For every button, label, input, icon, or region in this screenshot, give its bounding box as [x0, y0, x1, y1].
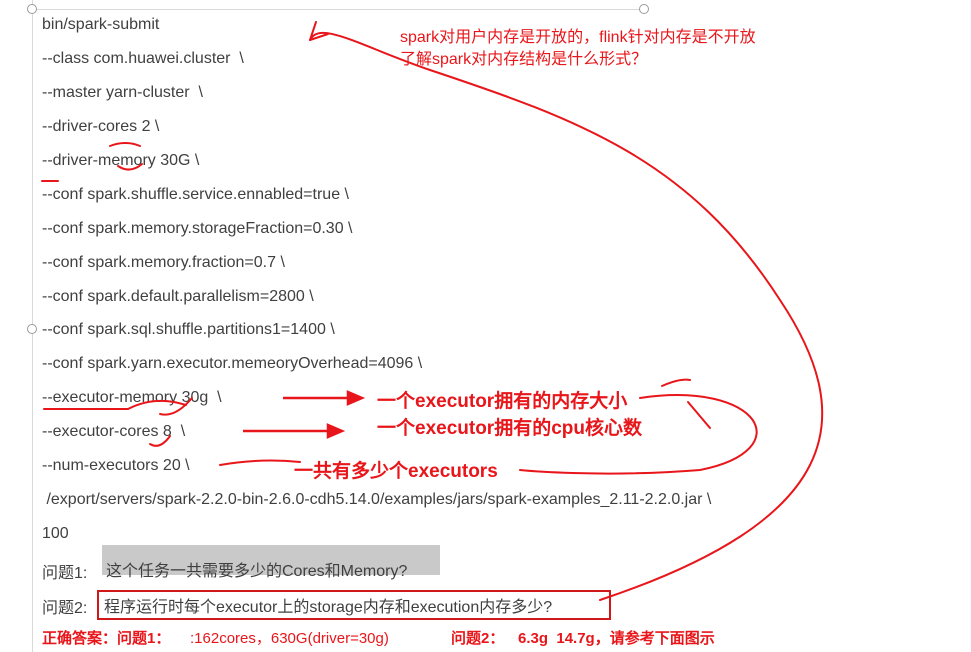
underline-driver-memory — [117, 163, 143, 171]
curve-executor-memory — [127, 399, 187, 410]
underline-driver-cores — [109, 142, 141, 147]
handwritten-annotations — [41, 21, 824, 601]
loop-tick — [661, 378, 711, 429]
underline-num-executors — [219, 459, 301, 466]
underline-executor-cores — [149, 435, 171, 447]
big-return-curve — [309, 31, 824, 601]
loop-curve — [519, 394, 758, 475]
